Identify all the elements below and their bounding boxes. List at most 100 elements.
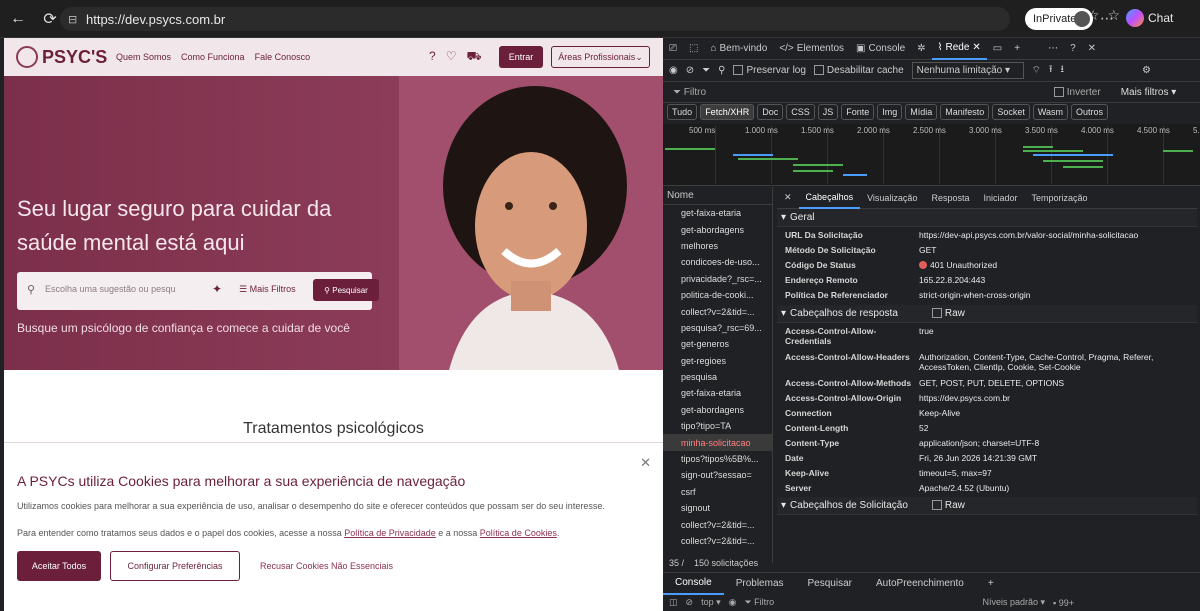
nav-link-fale-conosco[interactable]: Fale Conosco bbox=[255, 52, 311, 62]
general-section-header[interactable]: ▾ Geral bbox=[777, 209, 1197, 227]
settings-gear-icon[interactable]: ⚙ bbox=[1142, 65, 1151, 76]
request-row[interactable]: politica-de-cooki... bbox=[663, 287, 772, 303]
configure-preferences-button[interactable]: Configurar Preferências bbox=[110, 551, 240, 581]
name-column-header[interactable]: Nome bbox=[663, 187, 772, 205]
nav-link-quem-somos[interactable]: Quem Somos bbox=[116, 52, 171, 62]
reject-cookies-button[interactable]: Recusar Cookies Não Essenciais bbox=[260, 561, 393, 571]
request-row[interactable]: collect?v=2&tid=... bbox=[663, 516, 772, 532]
cart-icon[interactable]: ⛟ bbox=[466, 49, 481, 65]
filter-input[interactable]: Filtro bbox=[684, 87, 1054, 98]
nav-link-como-funciona[interactable]: Como Funciona bbox=[181, 52, 245, 62]
request-row[interactable]: condicoes-de-uso... bbox=[663, 254, 772, 270]
bug-icon[interactable]: ✲ bbox=[911, 38, 931, 60]
more-icon[interactable]: ⋯ bbox=[1042, 38, 1064, 60]
request-row[interactable]: pesquisa?_rsc=69... bbox=[663, 320, 772, 336]
type-filter-chip[interactable]: Mídia bbox=[905, 104, 938, 120]
levels-select[interactable]: Níveis padrão ▾ bbox=[982, 597, 1045, 608]
drawer-tab[interactable]: Pesquisar bbox=[796, 573, 864, 595]
response-headers-section-header[interactable]: ▾ Cabeçalhos de resposta Raw bbox=[777, 305, 1197, 323]
type-filter-chip[interactable]: Socket bbox=[992, 104, 1030, 120]
site-logo[interactable]: PSYC'S bbox=[16, 46, 107, 68]
request-row[interactable]: melhores bbox=[663, 238, 772, 254]
console-filter-input[interactable]: ⏷ Filtro bbox=[744, 597, 974, 608]
type-filter-chip[interactable]: Doc bbox=[757, 104, 784, 120]
detail-tab[interactable]: Cabeçalhos bbox=[798, 187, 861, 209]
wifi-icon[interactable]: ⌔ bbox=[1032, 64, 1041, 77]
tab-elementos[interactable]: </> Elementos bbox=[773, 38, 850, 60]
site-info-icon[interactable]: ⊟ bbox=[68, 13, 86, 26]
back-icon[interactable]: ← bbox=[4, 5, 32, 33]
request-row[interactable]: get-abordagens bbox=[663, 221, 772, 237]
request-row[interactable]: privacidade?_rsc=... bbox=[663, 271, 772, 287]
request-row[interactable]: get-generos bbox=[663, 336, 772, 352]
help-icon[interactable]: ? bbox=[429, 49, 436, 65]
tab-console[interactable]: ▣ Console bbox=[850, 38, 911, 60]
upload-icon[interactable]: ⭱ bbox=[1049, 62, 1053, 79]
request-row[interactable]: get-faixa-etaria bbox=[663, 385, 772, 401]
filter-icon[interactable]: ⏷ bbox=[702, 65, 710, 76]
invert-checkbox[interactable]: Inverter bbox=[1053, 87, 1101, 98]
context-select[interactable]: top ▾ bbox=[701, 597, 721, 608]
request-row[interactable]: pesquisa bbox=[663, 369, 772, 385]
type-filter-chip[interactable]: Manifesto bbox=[940, 104, 990, 120]
type-filter-chip[interactable]: Fonte bbox=[841, 104, 875, 120]
disable-cache-checkbox[interactable]: Desabilitar cache bbox=[813, 65, 904, 76]
close-icon[interactable]: ✕ bbox=[640, 455, 651, 471]
throttle-select[interactable]: Nenhuma limitação ▾ bbox=[911, 62, 1024, 79]
request-row[interactable]: collect?v=2&tid=... bbox=[663, 303, 772, 319]
tab-bem-vindo[interactable]: ⌂ Bem-vindo bbox=[704, 38, 773, 60]
close-devtools-icon[interactable]: ✕ bbox=[1082, 38, 1102, 60]
inprivate-badge[interactable]: InPrivate bbox=[1025, 8, 1093, 30]
preserve-log-checkbox[interactable]: Preservar log bbox=[733, 65, 806, 76]
search-button[interactable]: ⚲ Pesquisar bbox=[313, 279, 379, 301]
device-toolbar-icon[interactable]: ⎚ bbox=[663, 38, 683, 60]
clear-icon[interactable]: ⊘ bbox=[686, 65, 694, 76]
more-menu-icon[interactable]: ⋯ bbox=[1100, 10, 1114, 27]
more-filters-button[interactable]: Mais filtros ▾ bbox=[1121, 87, 1177, 98]
entrar-button[interactable]: Entrar bbox=[499, 46, 543, 68]
request-row[interactable]: csrf bbox=[663, 484, 772, 500]
detail-tab[interactable]: Visualização bbox=[860, 187, 924, 209]
address-bar[interactable]: ⊟ https://dev.psycs.com.br bbox=[60, 7, 1010, 31]
drawer-tab[interactable]: Problemas bbox=[724, 573, 796, 595]
panel-icon[interactable]: ▭ bbox=[987, 38, 1008, 60]
detail-tab[interactable]: Resposta bbox=[924, 187, 976, 209]
cookie-policy-link[interactable]: Política de Cookies bbox=[480, 528, 557, 538]
search-icon[interactable]: ⚲ bbox=[718, 65, 725, 76]
search-input[interactable]: Escolha uma sugestão ou pesqu bbox=[45, 284, 195, 294]
eye-icon[interactable]: ◉ bbox=[729, 597, 737, 608]
tab-rede[interactable]: ⌇ Rede ✕ bbox=[931, 38, 987, 60]
request-row[interactable]: minha-solicitacao bbox=[663, 434, 772, 451]
close-detail-icon[interactable]: ✕ bbox=[777, 187, 799, 209]
privacy-policy-link[interactable]: Política de Privacidade bbox=[344, 528, 436, 538]
issues-counter[interactable]: ▪ 99+ bbox=[1053, 598, 1074, 608]
sparkle-icon[interactable]: ✦ bbox=[212, 282, 222, 296]
type-filter-chip[interactable]: Wasm bbox=[1032, 104, 1069, 120]
type-filter-chip[interactable]: JS bbox=[817, 104, 839, 120]
areas-profissionais-button[interactable]: Áreas Profissionais ⌄ bbox=[551, 46, 650, 68]
type-filter-chip[interactable]: CSS bbox=[786, 104, 815, 120]
detail-tab[interactable]: Iniciador bbox=[976, 187, 1024, 209]
add-drawer-tab-icon[interactable]: + bbox=[976, 573, 1006, 595]
raw-checkbox[interactable]: Raw bbox=[931, 308, 965, 319]
request-row[interactable]: tipos?tipos%5B%... bbox=[663, 451, 772, 467]
request-row[interactable]: collect?v=2&tid=... bbox=[663, 533, 772, 549]
filters-button[interactable]: ☰ Mais Filtros bbox=[239, 284, 296, 295]
request-row[interactable]: sign-out?sessao= bbox=[663, 467, 772, 483]
request-row[interactable]: get-regioes bbox=[663, 353, 772, 369]
request-row[interactable]: get-abordagens bbox=[663, 402, 772, 418]
record-icon[interactable]: ◉ bbox=[669, 65, 678, 76]
inspect-icon[interactable]: ⬚ bbox=[683, 38, 704, 60]
drawer-tab[interactable]: Console bbox=[663, 573, 724, 595]
heart-icon[interactable]: ♡ bbox=[446, 49, 457, 65]
request-headers-section-header[interactable]: ▾ Cabeçalhos de Solicitação Raw bbox=[777, 497, 1197, 515]
type-filter-chip[interactable]: Fetch/XHR bbox=[700, 104, 755, 120]
type-filter-chip[interactable]: Img bbox=[877, 104, 903, 120]
detail-tab[interactable]: Temporização bbox=[1025, 187, 1095, 209]
add-tab-icon[interactable]: + bbox=[1008, 38, 1026, 60]
type-filter-chip[interactable]: Outros bbox=[1071, 104, 1109, 120]
download-icon[interactable]: ⭳ bbox=[1061, 62, 1065, 79]
drawer-tab[interactable]: AutoPreenchimento bbox=[864, 573, 976, 595]
sidebar-toggle-icon[interactable]: ◫ bbox=[669, 597, 678, 608]
accept-all-button[interactable]: Aceitar Todos bbox=[17, 551, 101, 581]
